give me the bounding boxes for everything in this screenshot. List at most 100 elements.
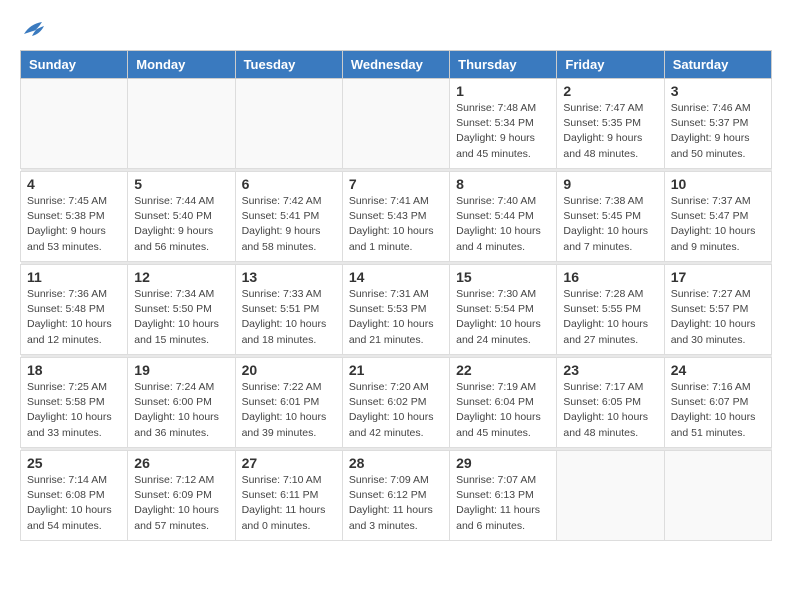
day-number: 1 — [456, 83, 550, 99]
calendar-cell: 27 Sunrise: 7:10 AM Sunset: 6:11 PM Dayli… — [235, 451, 342, 541]
day-number: 29 — [456, 455, 550, 471]
day-number: 12 — [134, 269, 228, 285]
day-number: 25 — [27, 455, 121, 471]
day-info: Sunrise: 7:33 AM Sunset: 5:51 PM Dayligh… — [242, 287, 336, 348]
calendar-cell: 8Sunrise: 7:40 AM Sunset: 5:44 PM Daylig… — [450, 172, 557, 262]
day-number: 22 — [456, 362, 550, 378]
day-info: Sunrise: 7:27 AM Sunset: 5:57 PM Dayligh… — [671, 287, 765, 348]
page: SundayMondayTuesdayWednesdayThursdayFrid… — [0, 0, 792, 561]
day-number: 3 — [671, 83, 765, 99]
day-info: Sunrise: 7:48 AM Sunset: 5:34 PM Dayligh… — [456, 101, 550, 162]
day-number: 28 — [349, 455, 443, 471]
calendar-cell — [557, 451, 664, 541]
calendar-cell: 5 Sunrise: 7:44 AM Sunset: 5:40 PM Daylig… — [128, 172, 235, 262]
calendar-cell: 9 Sunrise: 7:38 AM Sunset: 5:45 PM Daylig… — [557, 172, 664, 262]
day-info: Sunrise: 7:44 AM Sunset: 5:40 PM Dayligh… — [134, 194, 228, 255]
calendar-header-monday: Monday — [128, 51, 235, 79]
day-info: Sunrise: 7:20 AM Sunset: 6:02 PM Dayligh… — [349, 380, 443, 441]
calendar-cell — [342, 79, 449, 169]
calendar-cell: 19 Sunrise: 7:24 AM Sunset: 6:00 PM Dayli… — [128, 358, 235, 448]
calendar-cell — [128, 79, 235, 169]
calendar-week-row: 4 Sunrise: 7:45 AM Sunset: 5:38 PM Daylig… — [21, 172, 772, 262]
calendar-cell: 3Sunrise: 7:46 AM Sunset: 5:37 PM Daylig… — [664, 79, 771, 169]
calendar-cell: 22Sunrise: 7:19 AM Sunset: 6:04 PM Dayli… — [450, 358, 557, 448]
day-info: Sunrise: 7:22 AM Sunset: 6:01 PM Dayligh… — [242, 380, 336, 441]
calendar-header-thursday: Thursday — [450, 51, 557, 79]
day-info: Sunrise: 7:10 AM Sunset: 6:11 PM Dayligh… — [242, 473, 336, 534]
calendar-cell: 24 Sunrise: 7:16 AM Sunset: 6:07 PM Dayli… — [664, 358, 771, 448]
day-info: Sunrise: 7:37 AM Sunset: 5:47 PM Dayligh… — [671, 194, 765, 255]
day-info: Sunrise: 7:12 AM Sunset: 6:09 PM Dayligh… — [134, 473, 228, 534]
calendar-cell: 11 Sunrise: 7:36 AM Sunset: 5:48 PM Dayli… — [21, 265, 128, 355]
day-info: Sunrise: 7:24 AM Sunset: 6:00 PM Dayligh… — [134, 380, 228, 441]
calendar-cell: 4 Sunrise: 7:45 AM Sunset: 5:38 PM Daylig… — [21, 172, 128, 262]
day-info: Sunrise: 7:38 AM Sunset: 5:45 PM Dayligh… — [563, 194, 657, 255]
day-info: Sunrise: 7:45 AM Sunset: 5:38 PM Dayligh… — [27, 194, 121, 255]
day-info: Sunrise: 7:42 AM Sunset: 5:41 PM Dayligh… — [242, 194, 336, 255]
calendar-header-wednesday: Wednesday — [342, 51, 449, 79]
day-number: 16 — [563, 269, 657, 285]
day-number: 13 — [242, 269, 336, 285]
calendar-header-row: SundayMondayTuesdayWednesdayThursdayFrid… — [21, 51, 772, 79]
day-number: 4 — [27, 176, 121, 192]
day-number: 21 — [349, 362, 443, 378]
calendar-cell: 18 Sunrise: 7:25 AM Sunset: 5:58 PM Dayli… — [21, 358, 128, 448]
calendar-cell: 25Sunrise: 7:14 AM Sunset: 6:08 PM Dayli… — [21, 451, 128, 541]
calendar-week-row: 11 Sunrise: 7:36 AM Sunset: 5:48 PM Dayli… — [21, 265, 772, 355]
calendar-cell — [235, 79, 342, 169]
calendar-header-saturday: Saturday — [664, 51, 771, 79]
day-number: 9 — [563, 176, 657, 192]
day-info: Sunrise: 7:25 AM Sunset: 5:58 PM Dayligh… — [27, 380, 121, 441]
day-info: Sunrise: 7:07 AM Sunset: 6:13 PM Dayligh… — [456, 473, 550, 534]
day-info: Sunrise: 7:16 AM Sunset: 6:07 PM Dayligh… — [671, 380, 765, 441]
calendar-cell: 21 Sunrise: 7:20 AM Sunset: 6:02 PM Dayli… — [342, 358, 449, 448]
calendar-week-row: 18 Sunrise: 7:25 AM Sunset: 5:58 PM Dayli… — [21, 358, 772, 448]
day-number: 10 — [671, 176, 765, 192]
calendar-week-row: 1 Sunrise: 7:48 AM Sunset: 5:34 PM Daylig… — [21, 79, 772, 169]
day-info: Sunrise: 7:28 AM Sunset: 5:55 PM Dayligh… — [563, 287, 657, 348]
calendar-cell: 10 Sunrise: 7:37 AM Sunset: 5:47 PM Dayli… — [664, 172, 771, 262]
day-number: 23 — [563, 362, 657, 378]
day-number: 5 — [134, 176, 228, 192]
calendar-header-tuesday: Tuesday — [235, 51, 342, 79]
day-number: 18 — [27, 362, 121, 378]
day-info: Sunrise: 7:47 AM Sunset: 5:35 PM Dayligh… — [563, 101, 657, 162]
calendar-header-friday: Friday — [557, 51, 664, 79]
day-info: Sunrise: 7:30 AM Sunset: 5:54 PM Dayligh… — [456, 287, 550, 348]
day-info: Sunrise: 7:34 AM Sunset: 5:50 PM Dayligh… — [134, 287, 228, 348]
calendar-cell: 20 Sunrise: 7:22 AM Sunset: 6:01 PM Dayli… — [235, 358, 342, 448]
day-number: 7 — [349, 176, 443, 192]
calendar-cell: 16 Sunrise: 7:28 AM Sunset: 5:55 PM Dayli… — [557, 265, 664, 355]
day-info: Sunrise: 7:09 AM Sunset: 6:12 PM Dayligh… — [349, 473, 443, 534]
day-info: Sunrise: 7:40 AM Sunset: 5:44 PM Dayligh… — [456, 194, 550, 255]
day-info: Sunrise: 7:17 AM Sunset: 6:05 PM Dayligh… — [563, 380, 657, 441]
day-number: 2 — [563, 83, 657, 99]
calendar-cell — [664, 451, 771, 541]
calendar-header-sunday: Sunday — [21, 51, 128, 79]
day-number: 20 — [242, 362, 336, 378]
day-info: Sunrise: 7:36 AM Sunset: 5:48 PM Dayligh… — [27, 287, 121, 348]
calendar-cell: 17 Sunrise: 7:27 AM Sunset: 5:57 PM Dayli… — [664, 265, 771, 355]
calendar-cell: 13 Sunrise: 7:33 AM Sunset: 5:51 PM Dayli… — [235, 265, 342, 355]
day-number: 19 — [134, 362, 228, 378]
calendar-cell: 1 Sunrise: 7:48 AM Sunset: 5:34 PM Daylig… — [450, 79, 557, 169]
logo — [20, 20, 46, 40]
day-info: Sunrise: 7:31 AM Sunset: 5:53 PM Dayligh… — [349, 287, 443, 348]
day-number: 6 — [242, 176, 336, 192]
calendar: SundayMondayTuesdayWednesdayThursdayFrid… — [20, 50, 772, 541]
calendar-cell: 15Sunrise: 7:30 AM Sunset: 5:54 PM Dayli… — [450, 265, 557, 355]
day-number: 17 — [671, 269, 765, 285]
calendar-cell: 26Sunrise: 7:12 AM Sunset: 6:09 PM Dayli… — [128, 451, 235, 541]
day-info: Sunrise: 7:41 AM Sunset: 5:43 PM Dayligh… — [349, 194, 443, 255]
calendar-cell: 28 Sunrise: 7:09 AM Sunset: 6:12 PM Dayli… — [342, 451, 449, 541]
calendar-week-row: 25Sunrise: 7:14 AM Sunset: 6:08 PM Dayli… — [21, 451, 772, 541]
day-number: 24 — [671, 362, 765, 378]
calendar-cell: 14Sunrise: 7:31 AM Sunset: 5:53 PM Dayli… — [342, 265, 449, 355]
header — [20, 20, 772, 40]
day-number: 11 — [27, 269, 121, 285]
logo-bird-icon — [22, 20, 46, 40]
calendar-cell: 23 Sunrise: 7:17 AM Sunset: 6:05 PM Dayli… — [557, 358, 664, 448]
calendar-cell: 29 Sunrise: 7:07 AM Sunset: 6:13 PM Dayli… — [450, 451, 557, 541]
calendar-cell: 12 Sunrise: 7:34 AM Sunset: 5:50 PM Dayli… — [128, 265, 235, 355]
day-number: 27 — [242, 455, 336, 471]
